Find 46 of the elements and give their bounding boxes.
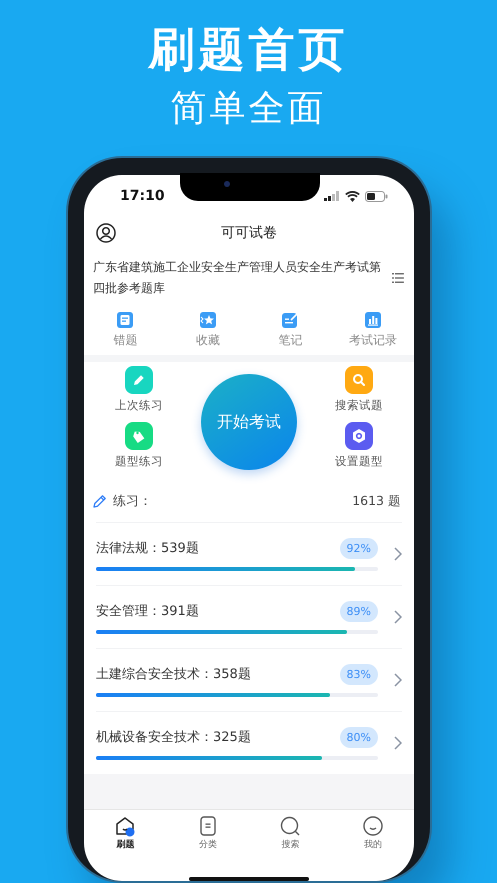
bar-chart-icon	[364, 311, 382, 329]
tab-item[interactable]: 分类	[196, 815, 219, 851]
subheadline: 简单全面	[170, 87, 326, 131]
chevron-icon[interactable]	[394, 673, 402, 687]
chevron-icon[interactable]	[394, 610, 402, 624]
percent-badge: 83%	[340, 664, 378, 684]
practice-label: 练习：	[113, 493, 152, 510]
chevron-icon[interactable]	[394, 547, 402, 561]
house-icon	[114, 815, 136, 837]
action-button[interactable]: 设置题型	[335, 422, 383, 478]
battery-icon	[365, 190, 388, 202]
wifi-icon	[345, 190, 360, 202]
search-icon	[345, 366, 373, 394]
note-icon	[281, 311, 300, 329]
subject-title[interactable]: 法律法规：539题	[96, 539, 199, 557]
question-count: 1613 题	[352, 492, 401, 510]
action-button[interactable]: 搜索试题	[335, 366, 383, 422]
question-bank-title[interactable]: 广东省建筑施工企业安全生产管理人员安全生产考试第四批参考题库	[93, 257, 392, 299]
shortcut-button[interactable]: 考试记录	[348, 311, 397, 349]
percent-badge: 89%	[340, 600, 378, 622]
smiley-icon	[362, 815, 384, 837]
action-button[interactable]: 题型练习	[115, 422, 163, 478]
action-button[interactable]: 上次练习	[115, 366, 163, 422]
profile-icon[interactable]	[96, 223, 116, 243]
app-title: 可可试卷	[221, 224, 277, 242]
pencil-icon	[93, 494, 107, 508]
headline: 刷题首页	[148, 21, 348, 78]
search-icon	[279, 815, 302, 837]
shortcut-button[interactable]: 收藏	[196, 311, 220, 349]
subject-title[interactable]: 土建综合安全技术：358题	[96, 665, 251, 683]
pencil-icon	[125, 366, 153, 394]
tag-icon	[125, 422, 153, 450]
status-time: 17:10	[120, 188, 165, 204]
chevron-icon[interactable]	[394, 736, 402, 750]
shortcut-button[interactable]: 笔记	[278, 311, 302, 349]
percent-badge: 92%	[340, 538, 378, 558]
shortcut-button[interactable]: 错题	[113, 311, 138, 349]
tab-item[interactable]: 搜索	[279, 815, 302, 851]
subject-title[interactable]: 安全管理：391题	[96, 602, 199, 620]
tab-item[interactable]: 刷题	[114, 815, 136, 851]
list-icon[interactable]	[392, 273, 404, 283]
document-icon	[116, 311, 134, 329]
subject-title[interactable]: 机械设备安全技术：325题	[96, 728, 251, 746]
percent-badge: 80%	[340, 726, 378, 748]
signal-icon	[324, 191, 340, 201]
tab-item[interactable]: 我的	[362, 815, 384, 851]
